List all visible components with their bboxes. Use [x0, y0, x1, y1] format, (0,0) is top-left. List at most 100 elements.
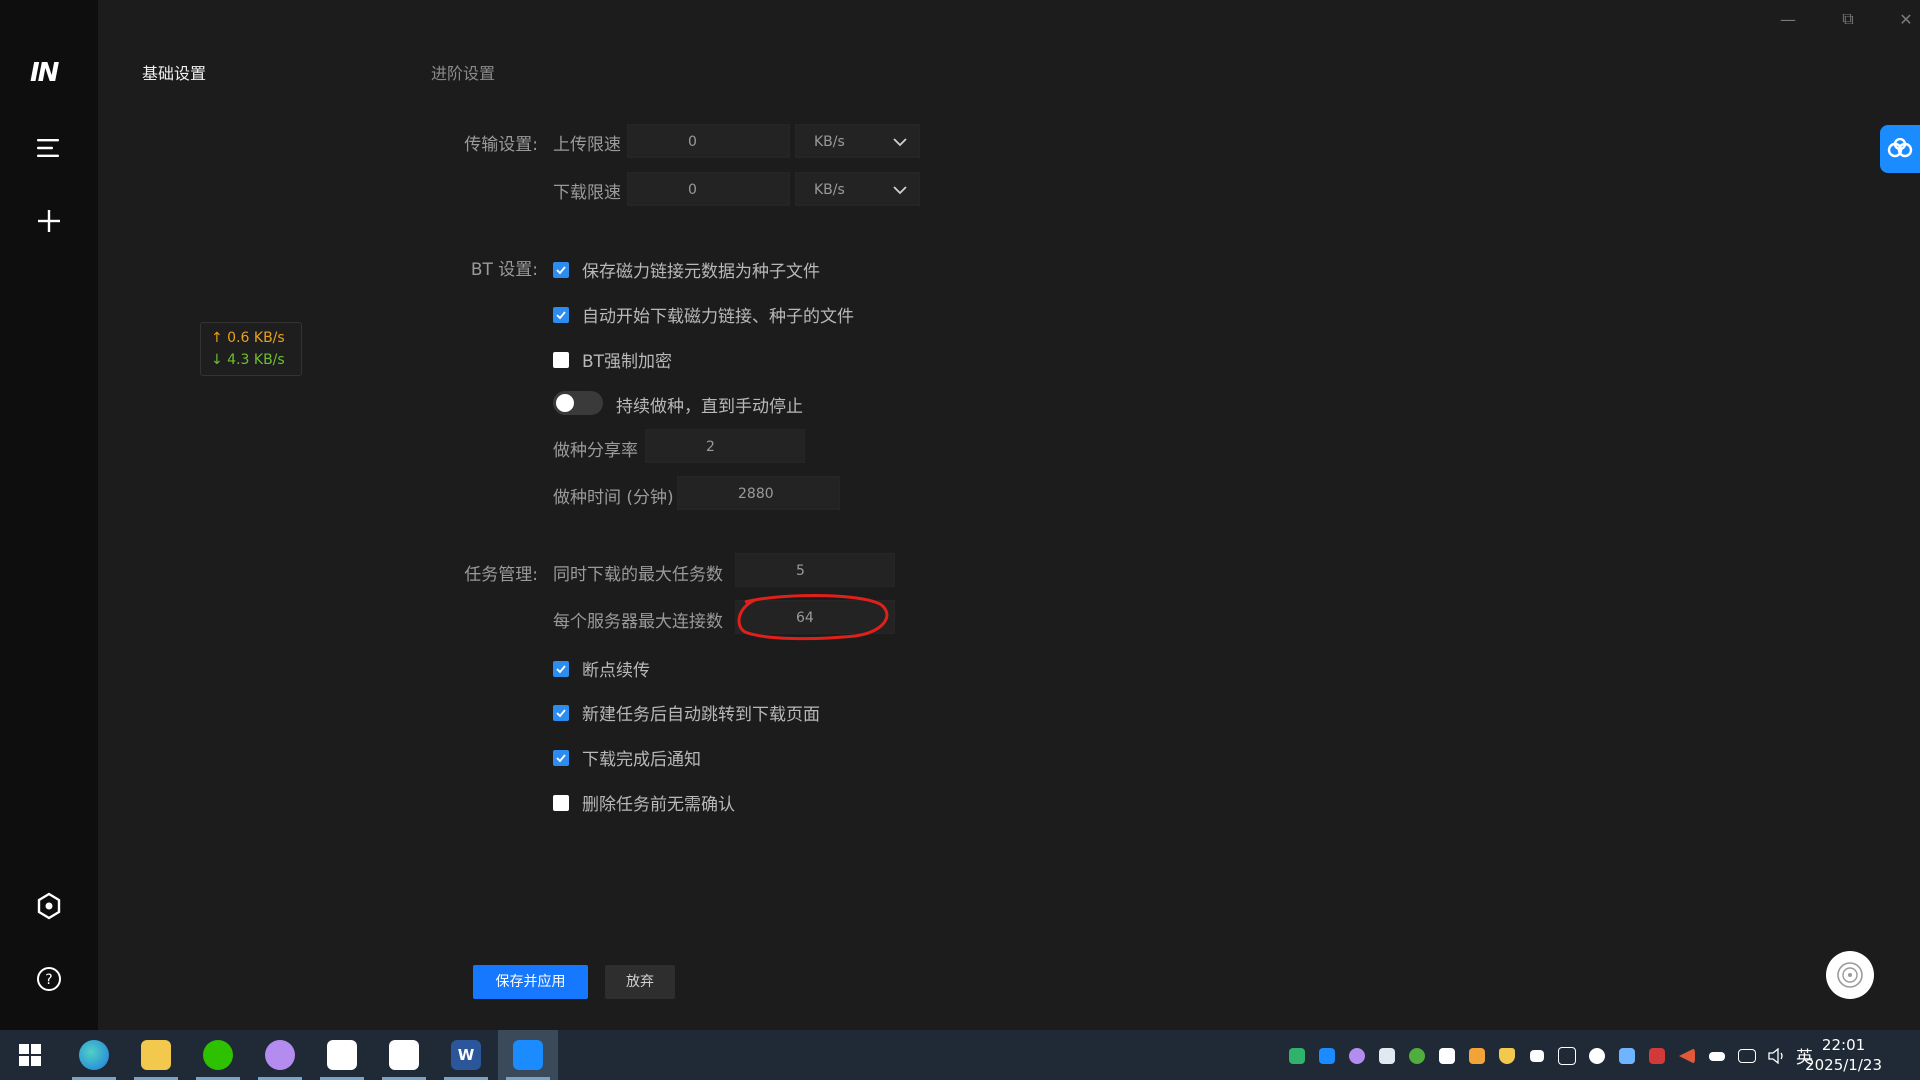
tray-wechat-icon[interactable]: [1586, 1045, 1608, 1067]
chevron-down-icon: [893, 125, 907, 172]
clock-time: 22:01: [1821, 1036, 1866, 1054]
maximize-icon: ⧉: [1842, 9, 1854, 28]
taskbar-motrix[interactable]: [498, 1030, 558, 1080]
maximize-button[interactable]: ⧉: [1828, 8, 1868, 30]
edge-icon: [79, 1040, 109, 1070]
file-explorer-icon: [141, 1040, 171, 1070]
settings-icon[interactable]: [29, 886, 69, 926]
upload-unit-value: KB/s: [814, 134, 845, 150]
checkbox-unchecked-icon[interactable]: [553, 794, 569, 811]
bt-option-save-metadata[interactable]: 保存磁力链接元数据为种子文件: [553, 257, 820, 282]
seed-ratio-label: 做种分享率: [553, 441, 638, 461]
battery-icon[interactable]: [1706, 1045, 1728, 1067]
checkbox-checked-icon[interactable]: [553, 704, 569, 721]
baidu-netdisk-icon: [389, 1040, 419, 1070]
word-icon: W: [451, 1040, 481, 1070]
max-connections-label: 每个服务器最大连接数: [553, 612, 723, 632]
tray-code-icon[interactable]: [1436, 1045, 1458, 1067]
tab-advanced-settings[interactable]: 进阶设置: [431, 60, 495, 84]
task-option-resume[interactable]: 断点续传: [553, 656, 650, 681]
tray-book-icon[interactable]: [1526, 1045, 1548, 1067]
checkbox-unchecked-icon[interactable]: [553, 351, 569, 368]
seed-time-label: 做种时间 (分钟): [553, 488, 674, 508]
download-limit-label: 下载限速: [553, 183, 621, 203]
download-speed: ↓ 4.3 KB/s: [211, 352, 285, 368]
bt-option-force-encryption[interactable]: BT强制加密: [553, 347, 672, 372]
system-clock[interactable]: 22:01 2025/1/23: [1805, 1035, 1882, 1075]
clock-date: 2025/1/23: [1805, 1056, 1882, 1074]
menu-icon[interactable]: [29, 128, 69, 168]
tray-cat-icon[interactable]: [1346, 1045, 1368, 1067]
checkbox-checked-icon[interactable]: [553, 261, 569, 278]
tray-folder-icon[interactable]: [1466, 1045, 1488, 1067]
toggle-knob: [556, 394, 574, 412]
download-unit-value: KB/s: [814, 182, 845, 198]
download-limit-input[interactable]: 0: [627, 172, 790, 206]
add-task-icon[interactable]: [29, 201, 69, 241]
baidu-netdisk-float-button[interactable]: [1880, 125, 1920, 173]
main-panel: — ⧉ ✕: [98, 0, 1920, 1030]
upload-limit-input[interactable]: 0: [627, 124, 790, 158]
tasks-section-label: 任务管理:: [464, 565, 538, 585]
tray-shield-icon[interactable]: [1496, 1045, 1518, 1067]
bt-section-label: BT 设置:: [470, 260, 538, 280]
checkbox-checked-icon[interactable]: [553, 660, 569, 677]
task-option-no-confirm-delete[interactable]: 删除任务前无需确认: [553, 790, 735, 815]
speed-indicator: ↑ 0.6 KB/s ↓ 4.3 KB/s: [200, 322, 302, 376]
taskbar-file-explorer[interactable]: [126, 1030, 186, 1080]
max-tasks-input[interactable]: 5: [735, 553, 895, 587]
motrix-icon: [513, 1040, 543, 1070]
tray-arrow-icon[interactable]: [1676, 1045, 1698, 1067]
tray-window-icon[interactable]: [1556, 1045, 1578, 1067]
close-button[interactable]: ✕: [1886, 8, 1920, 30]
taskbar-cloud-drive[interactable]: [312, 1030, 372, 1080]
max-tasks-label: 同时下载的最大任务数: [553, 565, 723, 585]
max-connections-input[interactable]: 64: [735, 600, 895, 634]
upload-unit-select[interactable]: KB/s: [795, 124, 920, 158]
seed-time-input[interactable]: 2880: [677, 476, 840, 510]
seed-ratio-input[interactable]: 2: [645, 429, 805, 463]
svg-text:?: ?: [45, 972, 52, 988]
checkbox-checked-icon[interactable]: [553, 749, 569, 766]
download-unit-select[interactable]: KB/s: [795, 172, 920, 206]
cloud-icon: [1887, 138, 1913, 158]
taskbar-edge[interactable]: [64, 1030, 124, 1080]
app-logo-icon: IN: [30, 58, 59, 88]
checkbox-label: 自动开始下载磁力链接、种子的文件: [582, 307, 854, 327]
taskbar-cat-app[interactable]: [250, 1030, 310, 1080]
floating-action-button[interactable]: [1826, 951, 1874, 999]
cat-app-icon: [265, 1040, 295, 1070]
tray-netdisk-icon[interactable]: [1376, 1045, 1398, 1067]
taskbar-baidu-netdisk[interactable]: [374, 1030, 434, 1080]
checkbox-label: 断点续传: [582, 661, 650, 681]
task-option-auto-jump[interactable]: 新建任务后自动跳转到下载页面: [553, 700, 820, 725]
wechat-icon: [203, 1040, 233, 1070]
minimize-button[interactable]: —: [1768, 8, 1808, 30]
tray-motrix-icon[interactable]: [1316, 1045, 1338, 1067]
save-apply-button[interactable]: 保存并应用: [473, 965, 588, 999]
tray-app-icon[interactable]: [1286, 1045, 1308, 1067]
tray-antivirus-icon[interactable]: [1646, 1045, 1668, 1067]
discard-button[interactable]: 放弃: [605, 965, 675, 999]
taskbar-word[interactable]: W: [436, 1030, 496, 1080]
tray-edge-icon[interactable]: [1406, 1045, 1428, 1067]
bt-option-auto-start[interactable]: 自动开始下载磁力链接、种子的文件: [553, 302, 854, 327]
keep-seeding-toggle[interactable]: [553, 391, 603, 415]
task-option-notify[interactable]: 下载完成后通知: [553, 745, 701, 770]
sidebar: IN ?: [0, 0, 98, 1030]
upload-speed: ↑ 0.6 KB/s: [211, 330, 285, 346]
help-icon[interactable]: ?: [29, 959, 69, 999]
network-icon[interactable]: [1736, 1045, 1758, 1067]
taskbar-wechat[interactable]: [188, 1030, 248, 1080]
start-button[interactable]: [0, 1030, 60, 1080]
close-icon: ✕: [1899, 9, 1913, 29]
volume-icon[interactable]: [1766, 1045, 1788, 1067]
checkbox-label: 保存磁力链接元数据为种子文件: [582, 262, 820, 282]
checkbox-checked-icon[interactable]: [553, 306, 569, 323]
tray-cloud-drive-icon[interactable]: [1616, 1045, 1638, 1067]
windows-logo-icon: [19, 1044, 41, 1066]
upload-limit-label: 上传限速: [553, 135, 621, 155]
checkbox-label: 新建任务后自动跳转到下载页面: [582, 705, 820, 725]
tab-basic-settings[interactable]: 基础设置: [142, 60, 206, 84]
windows-taskbar: W 英 22:01 2025/1/23: [0, 1030, 1920, 1080]
